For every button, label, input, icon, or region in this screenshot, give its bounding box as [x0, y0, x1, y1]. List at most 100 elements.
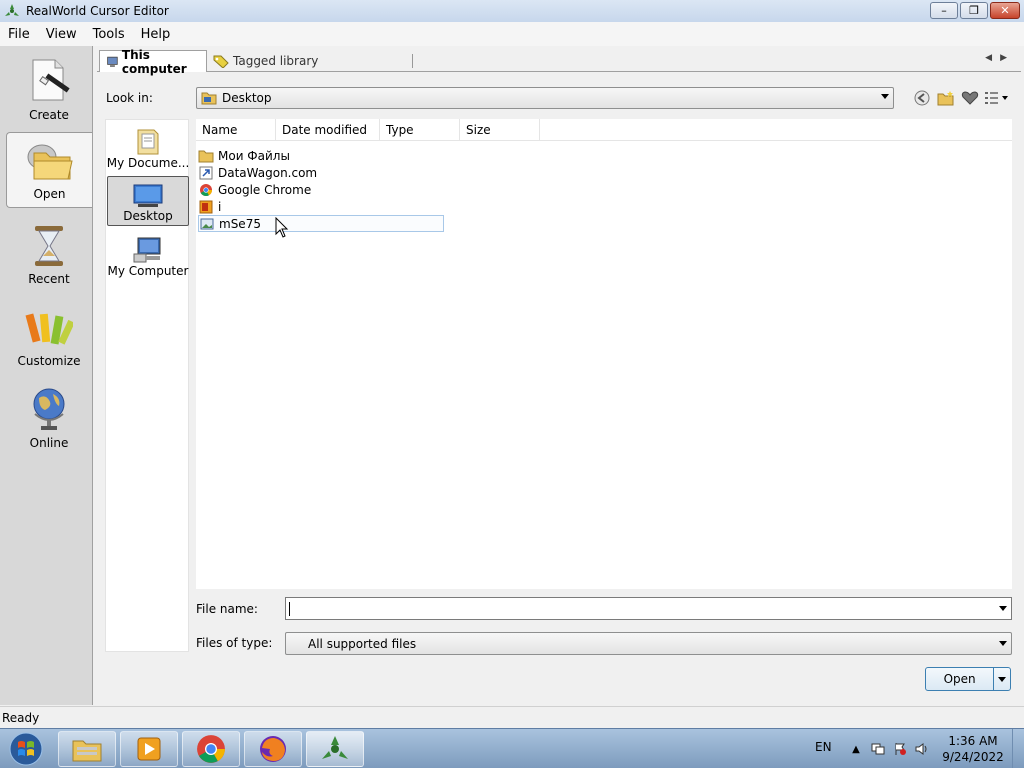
column-type[interactable]: Type	[380, 119, 460, 141]
file-name: Google Chrome	[218, 182, 312, 197]
place-my-documents-label: My Docume...	[107, 156, 189, 170]
new-folder-button[interactable]	[934, 88, 958, 108]
favorites-button[interactable]	[958, 88, 982, 108]
left-navigation: Create Open Recent Customize Online	[0, 46, 93, 705]
window-title: RealWorld Cursor Editor	[26, 4, 169, 18]
nav-recent[interactable]: Recent	[6, 216, 92, 292]
globe-icon	[33, 388, 65, 430]
look-in-dropdown[interactable]: Desktop	[196, 87, 894, 109]
file-name: DataWagon.com	[218, 165, 318, 180]
tray-volume-icon[interactable]	[911, 741, 933, 757]
column-date-modified[interactable]: Date modified	[276, 119, 380, 141]
menu-file[interactable]: File	[0, 27, 38, 42]
open-options-dropdown[interactable]	[993, 668, 1010, 690]
windows-start-icon	[9, 732, 43, 766]
menu-view[interactable]: View	[38, 27, 85, 42]
computer-small-icon	[107, 56, 118, 67]
taskbar-chrome[interactable]	[182, 731, 240, 767]
open-button-label: Open	[943, 672, 976, 686]
tab-this-computer-label: This computer	[121, 47, 187, 76]
chrome-icon	[198, 182, 214, 198]
file-row-selected[interactable]: mSe75	[198, 215, 444, 232]
app-icon	[5, 4, 19, 16]
explorer-icon	[72, 740, 102, 762]
chevron-down-icon	[881, 94, 889, 99]
tray-network-icon[interactable]	[867, 741, 889, 757]
close-button[interactable]: ✕	[990, 2, 1020, 19]
maximize-button[interactable]: ❐	[960, 2, 988, 19]
column-size[interactable]: Size	[460, 119, 540, 141]
create-icon	[32, 59, 70, 101]
nav-create-label: Create	[29, 108, 69, 122]
title-bar: RealWorld Cursor Editor – ❐ ✕	[0, 0, 1024, 22]
file-row[interactable]: DataWagon.com	[198, 164, 317, 181]
taskbar-realworld-cursor-editor[interactable]	[306, 731, 364, 767]
tray-expand-icon[interactable]: ▲	[845, 741, 867, 757]
nav-open[interactable]: Open	[6, 132, 92, 208]
chevron-down-icon	[998, 676, 1007, 682]
chevron-down-icon	[999, 641, 1007, 646]
text-caret	[289, 602, 290, 616]
tab-this-computer[interactable]: This computer	[99, 48, 207, 76]
file-row[interactable]: i	[198, 198, 221, 215]
taskbar-firefox[interactable]	[244, 731, 302, 767]
lookin-toolbar	[910, 88, 1012, 108]
menu-bar: File View Tools Help	[0, 22, 1024, 46]
chevron-down-icon[interactable]	[999, 606, 1007, 611]
place-my-computer-label: My Computer	[107, 264, 189, 278]
chrome-taskbar-icon	[197, 735, 225, 763]
taskbar-explorer[interactable]	[58, 731, 116, 767]
file-name: mSe75	[219, 216, 261, 231]
look-in-value: Desktop	[222, 91, 272, 105]
open-button[interactable]: Open	[925, 667, 1011, 691]
file-name-label: File name:	[196, 602, 258, 616]
tab-tagged-library-label: Tagged library	[233, 54, 319, 68]
tray-action-center-icon[interactable]	[889, 741, 911, 757]
firefox-icon	[260, 736, 286, 762]
place-desktop[interactable]: Desktop	[107, 176, 189, 226]
computer-icon	[133, 237, 161, 263]
system-tray: ▲	[845, 741, 933, 757]
file-row[interactable]: Мои Файлы	[198, 147, 290, 164]
source-tabs: This computer Tagged library ◀▶	[97, 48, 1021, 76]
heart-icon	[961, 91, 979, 105]
nav-online[interactable]: Online	[6, 380, 92, 456]
file-type-dropdown[interactable]: All supported files	[285, 632, 1012, 655]
folder-open-icon	[27, 144, 73, 180]
clock-time: 1:36 AM	[948, 734, 998, 748]
file-row[interactable]: Google Chrome	[198, 181, 311, 198]
nav-create[interactable]: Create	[6, 52, 92, 128]
image-icon	[199, 216, 215, 232]
new-folder-icon	[937, 91, 954, 106]
tab-scroll-arrows[interactable]: ◀▶	[985, 53, 1015, 63]
view-menu-button[interactable]	[982, 88, 1012, 108]
shortcut-icon	[198, 165, 214, 181]
back-icon	[914, 90, 930, 106]
documents-folder-icon	[137, 129, 159, 155]
language-indicator[interactable]: EN	[815, 740, 832, 754]
places-bar: My Docume... Desktop My Computer	[105, 119, 189, 652]
start-button[interactable]	[4, 731, 48, 767]
minimize-button[interactable]: –	[930, 2, 958, 19]
file-type-label: Files of type:	[196, 636, 273, 650]
clock-date: 9/24/2022	[942, 750, 1004, 764]
nav-customize[interactable]: Customize	[6, 298, 92, 374]
taskbar-media-player[interactable]	[120, 731, 178, 767]
nav-open-label: Open	[33, 187, 66, 201]
place-my-documents[interactable]: My Docume...	[107, 122, 189, 172]
column-name[interactable]: Name	[196, 119, 276, 141]
menu-help[interactable]: Help	[133, 27, 179, 42]
taskbar-clock[interactable]: 1:36 AM 9/24/2022	[940, 733, 1006, 765]
status-text: Ready	[2, 710, 40, 725]
menu-tools[interactable]: Tools	[85, 27, 133, 42]
tag-icon	[213, 55, 229, 68]
place-my-computer[interactable]: My Computer	[107, 230, 189, 280]
file-list: Name Date modified Type Size Мои Файлы D…	[196, 119, 1012, 589]
show-desktop-button[interactable]	[1012, 729, 1024, 768]
tab-tagged-library[interactable]: Tagged library	[207, 50, 413, 72]
desktop-folder-icon	[201, 92, 217, 105]
file-name-input[interactable]	[285, 597, 1012, 620]
back-button[interactable]	[910, 88, 934, 108]
file-name: i	[218, 199, 222, 214]
column-headers: Name Date modified Type Size	[196, 119, 1012, 141]
